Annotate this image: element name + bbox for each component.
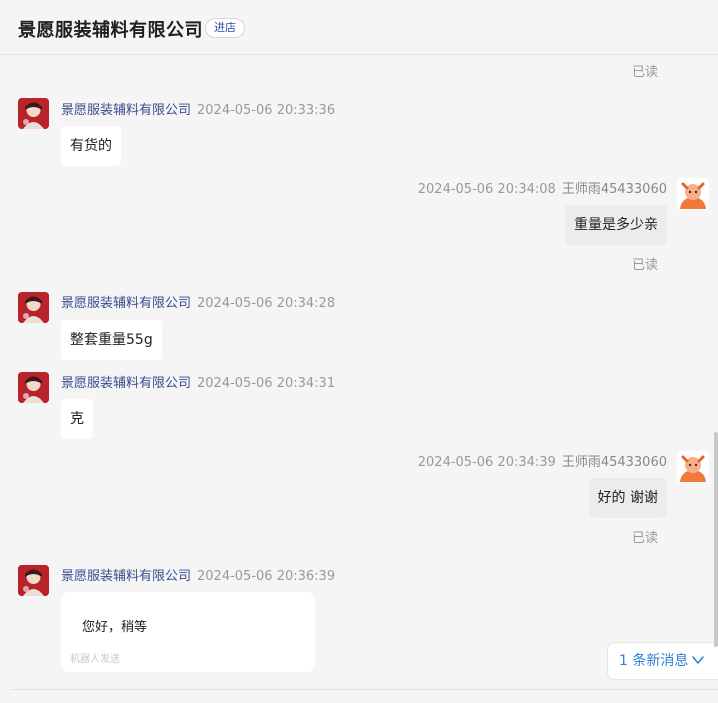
message-time: 2024-05-06 20:36:39	[197, 569, 336, 584]
message-meta: 2024-05-06 20:34:08 王师雨45433060	[418, 178, 667, 197]
message-meta: 景愿服装辅料有限公司 2024-05-06 20:36:39	[61, 565, 335, 584]
robot-sent-label: 机器人发送	[70, 654, 120, 665]
sender-name[interactable]: 景愿服装辅料有限公司	[61, 103, 191, 118]
shop-avatar-icon[interactable]	[18, 372, 49, 403]
shop-title: 景愿服装辅料有限公司	[18, 20, 203, 41]
new-messages-label: 1 条新消息	[619, 653, 689, 669]
message-meta: 2024-05-06 20:34:39 王师雨45433060	[418, 451, 667, 470]
robot-message-card: 您好，稍等 机器人发送	[61, 592, 315, 672]
chat-header: 景愿服装辅料有限公司 进店	[0, 0, 718, 55]
message-time: 2024-05-06 20:34:31	[197, 376, 336, 391]
message-meta: 景愿服装辅料有限公司 2024-05-06 20:34:31	[61, 372, 335, 391]
message-meta: 景愿服装辅料有限公司 2024-05-06 20:34:28	[61, 292, 335, 311]
sender-name[interactable]: 景愿服装辅料有限公司	[61, 376, 191, 391]
sender-name: 王师雨45433060	[561, 455, 667, 470]
user-avatar-icon[interactable]	[677, 451, 709, 483]
message-bubble: 克	[61, 399, 93, 439]
chat-scrollbar[interactable]	[714, 432, 718, 647]
message-time: 2024-05-06 20:34:28	[197, 296, 336, 311]
input-divider	[10, 689, 718, 690]
message-bubble: 好的 谢谢	[588, 478, 667, 518]
shop-avatar-icon[interactable]	[18, 565, 49, 596]
new-messages-button[interactable]: 1 条新消息	[607, 642, 718, 680]
chevron-down-icon	[692, 643, 705, 679]
sender-name[interactable]: 景愿服装辅料有限公司	[61, 569, 191, 584]
message-bubble: 整套重量55g	[61, 320, 162, 360]
read-receipt: 已读	[632, 531, 659, 546]
enter-shop-button[interactable]: 进店	[205, 18, 245, 38]
message-text: 您好，稍等	[82, 620, 148, 635]
message-bubble: 有货的	[61, 126, 121, 166]
shop-avatar-icon[interactable]	[18, 98, 49, 129]
message-meta: 景愿服装辅料有限公司 2024-05-06 20:33:36	[61, 99, 335, 118]
message-time: 2024-05-06 20:34:08	[417, 182, 556, 197]
shop-avatar-icon[interactable]	[18, 292, 49, 323]
sender-name: 王师雨45433060	[561, 182, 667, 197]
sender-name[interactable]: 景愿服装辅料有限公司	[61, 296, 191, 311]
read-receipt: 已读	[632, 65, 659, 80]
read-receipt: 已读	[632, 258, 659, 273]
message-time: 2024-05-06 20:34:39	[417, 455, 556, 470]
user-avatar-icon[interactable]	[677, 178, 709, 210]
message-time: 2024-05-06 20:33:36	[197, 103, 336, 118]
message-bubble: 重量是多少亲	[565, 205, 667, 245]
